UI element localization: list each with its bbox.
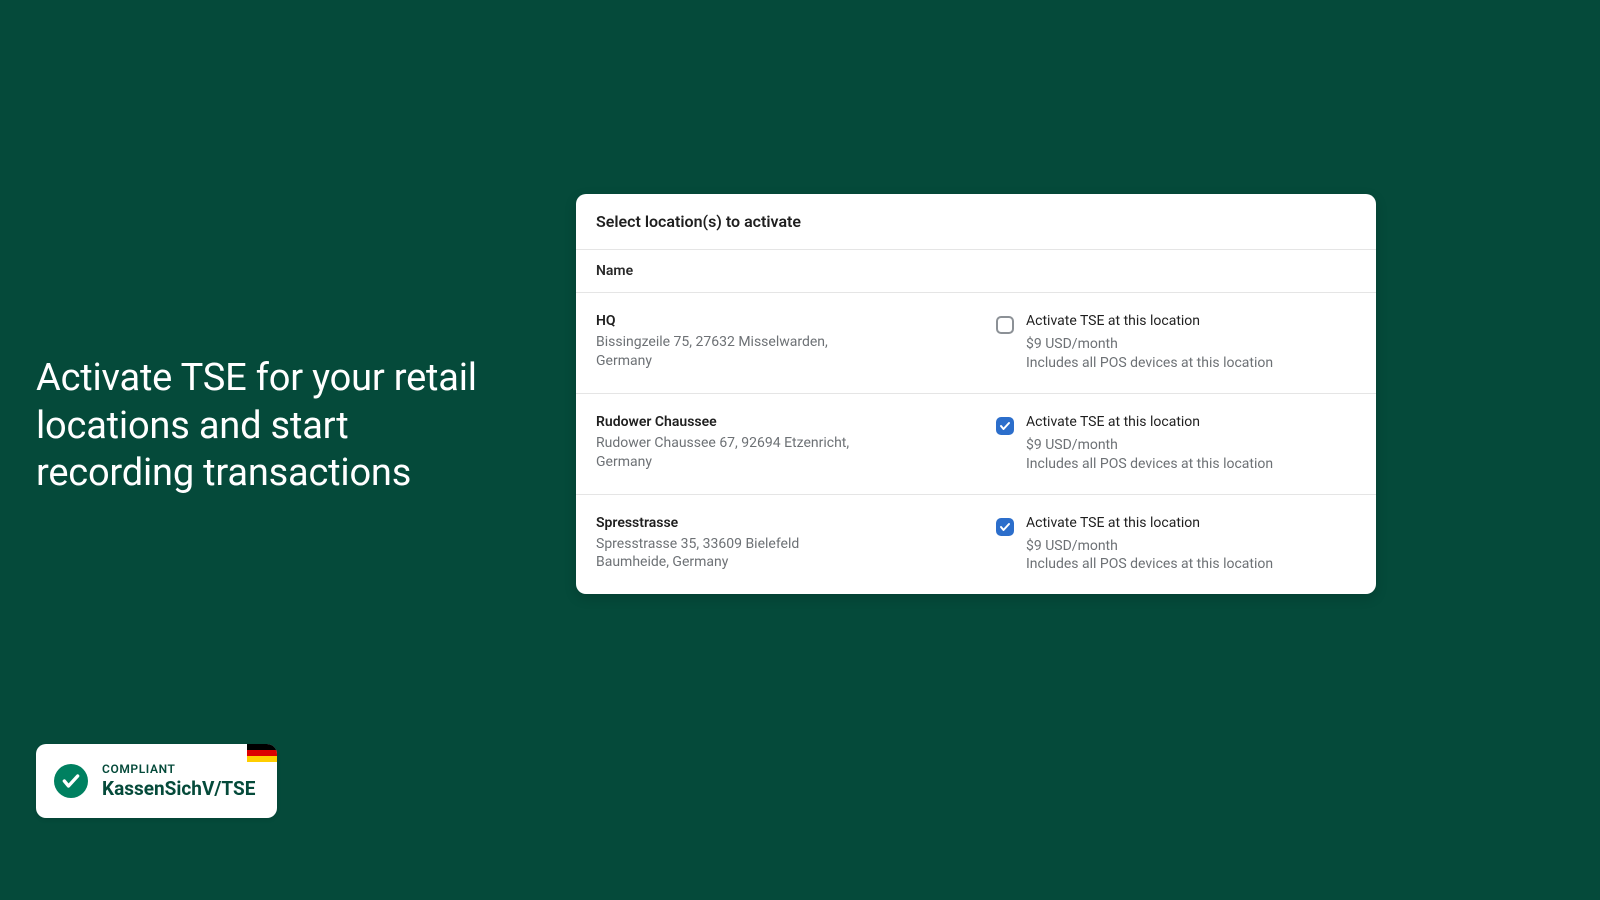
activate-label: Activate TSE at this location (1026, 414, 1273, 430)
activate-includes: Includes all POS devices at this locatio… (1026, 354, 1273, 373)
location-address: Bissingzeile 75, 27632 Misselwarden, Ger… (596, 333, 856, 371)
compliance-badge: COMPLIANT KassenSichV/TSE (36, 744, 277, 818)
compliance-text: COMPLIANT KassenSichV/TSE (102, 762, 255, 800)
activate-price: $9 USD/month (1026, 436, 1273, 455)
compliance-label: COMPLIANT (102, 762, 255, 776)
location-address: Spresstrasse 35, 33609 Bielefeld Baumhei… (596, 535, 856, 573)
location-row: HQ Bissingzeile 75, 27632 Misselwarden, … (576, 293, 1376, 394)
activate-label: Activate TSE at this location (1026, 515, 1273, 531)
activate-label: Activate TSE at this location (1026, 313, 1273, 329)
location-address: Rudower Chaussee 67, 92694 Etzenricht, G… (596, 434, 856, 472)
column-header-name: Name (576, 250, 1376, 293)
panel-title: Select location(s) to activate (576, 194, 1376, 250)
locations-panel: Select location(s) to activate Name HQ B… (576, 194, 1376, 594)
location-row: Rudower Chaussee Rudower Chaussee 67, 92… (576, 394, 1376, 495)
germany-flag-icon (247, 744, 277, 762)
location-name: Spresstrasse (596, 515, 856, 531)
activate-price: $9 USD/month (1026, 335, 1273, 354)
checkmark-circle-icon (54, 764, 88, 798)
activate-price: $9 USD/month (1026, 537, 1273, 556)
location-name: Rudower Chaussee (596, 414, 856, 430)
activate-checkbox[interactable] (996, 417, 1014, 435)
activate-includes: Includes all POS devices at this locatio… (1026, 555, 1273, 574)
location-name: HQ (596, 313, 856, 329)
activate-checkbox[interactable] (996, 316, 1014, 334)
activate-checkbox[interactable] (996, 518, 1014, 536)
page-headline: Activate TSE for your retail locations a… (36, 355, 496, 498)
location-row: Spresstrasse Spresstrasse 35, 33609 Biel… (576, 495, 1376, 595)
compliance-title: KassenSichV/TSE (102, 777, 255, 800)
activate-includes: Includes all POS devices at this locatio… (1026, 455, 1273, 474)
